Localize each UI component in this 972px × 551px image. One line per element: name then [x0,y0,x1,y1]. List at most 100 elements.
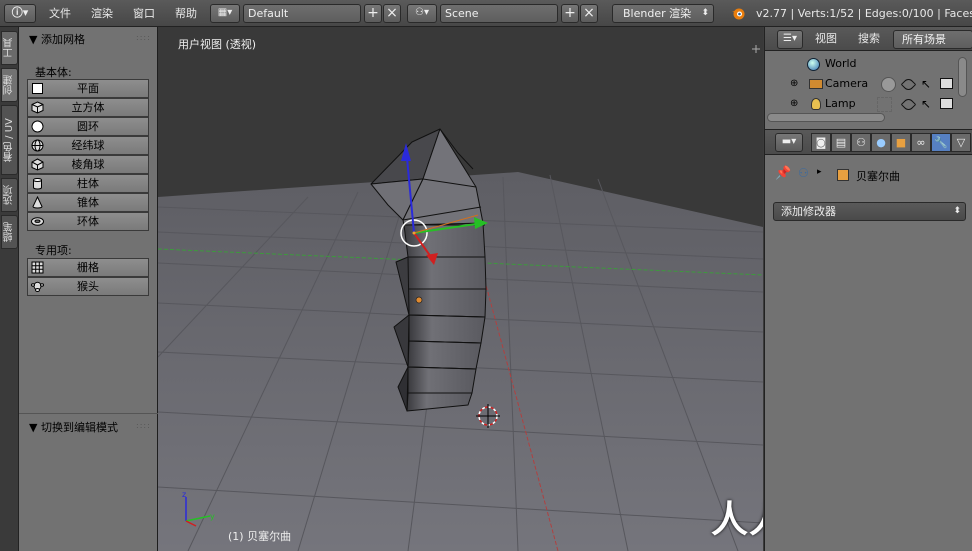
cube-icon [31,101,44,114]
select-arrows-icon: ⬍ [701,8,709,18]
add-monkey-button[interactable]: 猴头 [27,277,149,296]
outliner-row-lamp[interactable]: ⊕ Lamp ↖ [765,94,972,114]
camera-icon [809,79,823,89]
curve-object-icon [837,169,849,181]
add-ico-sphere-button[interactable]: 棱角球 [27,155,149,174]
lamp-data-icon [877,97,892,112]
menu-help[interactable]: 帮助 [175,0,197,27]
tool-shelf-tabs: 工具 创建 着色 / UV 选项 蜡笔 [0,27,19,551]
grid-icon [31,261,44,274]
world-tab-icon[interactable]: ● [871,133,891,152]
scene-field[interactable]: Scene [440,4,558,23]
render-camera-icon[interactable] [940,98,953,109]
camera-data-icon [881,77,896,92]
select-arrows-icon: ⬍ [953,206,961,216]
outliner-h-scrollbar[interactable] [767,113,885,122]
pin-icon[interactable]: 📌 [775,166,791,181]
add-circle-button[interactable]: 圆环 [27,117,149,136]
expand-icon[interactable]: ⊕ [790,94,798,114]
tab-options[interactable]: 选项 [1,178,18,212]
screen-layout-icon[interactable]: ▦▾ [210,4,240,23]
view-label: 用户视图 (透视) [178,38,257,51]
outliner-row-camera[interactable]: ⊕ Camera ↖ [765,74,972,94]
outliner-view-menu[interactable]: 视图 [815,27,837,51]
ico-sphere-icon [31,158,44,171]
data-tab-icon[interactable]: ▽ [951,133,971,152]
add-cone-button[interactable]: 锥体 [27,193,149,212]
panel-divider [19,413,158,414]
svg-text:y: y [210,512,215,521]
tab-shading-uv[interactable]: 着色 / UV [1,105,18,175]
monkey-icon [31,281,44,292]
render-tab-icon[interactable]: ◙ [811,133,831,152]
remove-layout-button[interactable]: × [383,4,401,23]
outliner-row-world[interactable]: World [765,54,972,74]
primitives-label: 基本体: [35,66,72,79]
outliner-editor-icon[interactable]: ☰▾ [777,30,803,49]
context-object-name: 贝塞尔曲 [856,170,900,183]
outliner-v-scrollbar[interactable] [958,57,967,97]
tab-create[interactable]: 创建 [1,68,18,102]
uv-sphere-icon [31,139,44,152]
outliner-search-menu[interactable]: 搜索 [858,27,880,51]
edit-mode-panel-header[interactable]: ▼ 切换到编辑模式 [29,419,118,435]
add-layout-button[interactable]: + [364,4,382,23]
add-plane-button[interactable]: 平面 [27,79,149,98]
drag-handle-icon[interactable]: :::: [136,33,151,42]
render-engine-select[interactable]: Blender 渲染 ⬍ [612,4,714,23]
watermark: 人人软件园 [711,498,763,541]
object-label: (1) 贝塞尔曲 [228,530,292,543]
outliner: ☰▾ 视图 搜索 所有场景 World ⊕ Camera ↖ ⊕ Lamp ↖ [764,27,972,129]
add-modifier-select[interactable]: 添加修改器 ⬍ [773,202,966,221]
scene-context-icon: ⚇ [798,166,809,180]
editor-type-info-icon[interactable]: ⓘ▾ [4,4,36,23]
visibility-eye-icon[interactable] [900,96,917,113]
add-cylinder-button[interactable]: 柱体 [27,174,149,193]
outliner-display-select[interactable]: 所有场景 [893,30,972,49]
constraints-tab-icon[interactable]: ∞ [911,133,931,152]
select-cursor-icon[interactable]: ↖ [921,94,931,114]
modifiers-wrench-tab-icon[interactable]: 🔧 [931,133,951,152]
origin-dot [415,296,423,304]
menu-window[interactable]: 窗口 [133,0,155,27]
blender-logo-icon [731,6,746,21]
tab-tools[interactable]: 工具 [1,31,18,65]
torus-icon [31,217,44,226]
svg-text:z: z [182,490,186,499]
expand-icon[interactable]: ⊕ [790,74,798,94]
menu-file[interactable]: 文件 [49,0,71,27]
circle-icon [31,120,44,133]
add-torus-button[interactable]: 环体 [27,212,149,231]
add-grid-button[interactable]: 栅格 [27,258,149,277]
select-cursor-icon[interactable]: ↖ [921,74,931,94]
scene-icon[interactable]: ⚇▾ [407,4,437,23]
menu-render[interactable]: 渲染 [91,0,113,27]
tool-shelf: ▼ 添加网格 :::: 基本体: 平面 立方体 圆环 经纬球 棱角球 柱体 锥体… [19,27,158,551]
screen-layout-field[interactable]: Default [243,4,361,23]
special-label: 专用项: [35,244,72,257]
drag-handle-icon[interactable]: :::: [136,421,151,430]
info-header: ⓘ▾ 文件 渲染 窗口 帮助 ▦▾ Default + × ⚇▾ Scene +… [0,0,972,27]
object-tab-icon[interactable]: ■ [891,133,911,152]
add-scene-button[interactable]: + [561,4,579,23]
tab-grease-pencil[interactable]: 蜡笔 [1,215,18,249]
viewport-canvas[interactable]: z y [158,27,763,551]
3d-viewport[interactable]: z y 用户视图 (透视) (1) 贝塞尔曲 人人软件园 [158,27,763,551]
properties-editor-icon[interactable]: ▬▾ [775,133,803,152]
breadcrumb-arrow-icon: ▸ [817,167,822,177]
render-layers-tab-icon[interactable]: ▤ [831,133,851,152]
scene-tab-icon[interactable]: ⚇ [851,133,871,152]
world-icon [807,58,820,71]
add-modifier-label: 添加修改器 [781,205,836,218]
plane-icon [32,83,43,94]
add-mesh-panel-header[interactable]: ▼ 添加网格 [29,31,85,47]
add-uv-sphere-button[interactable]: 经纬球 [27,136,149,155]
properties-editor: ▬▾ ◙ ▤ ⚇ ● ■ ∞ 🔧 ▽ 📌 ⚇ ▸ 贝塞尔曲 添加修改器 ⬍ [764,129,972,551]
visibility-eye-icon[interactable] [900,76,917,93]
remove-scene-button[interactable]: × [580,4,598,23]
properties-context-tabs: ◙ ▤ ⚇ ● ■ ∞ 🔧 ▽ [811,133,972,152]
render-camera-icon[interactable] [940,78,953,89]
cylinder-icon [33,178,42,190]
add-cube-button[interactable]: 立方体 [27,98,149,117]
render-engine-label: Blender 渲染 [623,7,692,20]
